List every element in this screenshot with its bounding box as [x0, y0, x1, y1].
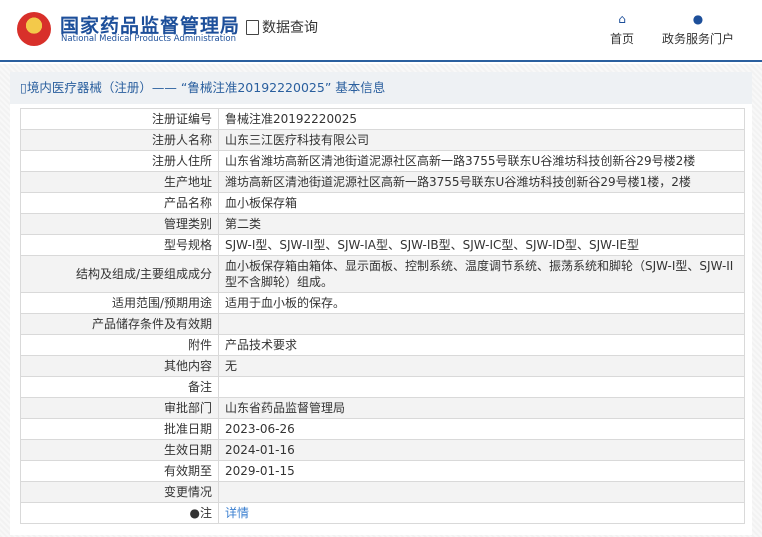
- field-value: 适用于血小板的保存。: [218, 292, 745, 314]
- note-label: ●注: [20, 502, 219, 524]
- nav-portal-label: 政务服务门户: [662, 32, 735, 46]
- note-label-text: 注: [199, 506, 212, 520]
- field-value: 第二类: [218, 213, 745, 235]
- main-area: ▯境内医疗器械（注册）—— “鲁械注准20192220025” 基本信息 注册证…: [0, 64, 762, 537]
- note-row: ●注 详情: [20, 502, 745, 524]
- field-label: 生效日期: [20, 439, 219, 461]
- note-value: 详情: [218, 502, 745, 524]
- field-label: 备注: [20, 376, 219, 398]
- field-value: [218, 313, 745, 335]
- nav-home[interactable]: ⌂ 首页: [610, 12, 634, 47]
- table-row: 结构及组成/主要组成成分 血小板保存箱由箱体、显示面板、控制系统、温度调节系统、振…: [20, 255, 745, 293]
- info-table: 注册证编号 鲁械注准20192220025 注册人名称 山东三江医疗科技有限公司 注册人…: [20, 108, 745, 524]
- field-value: 血小板保存箱: [218, 192, 745, 214]
- field-label: 其他内容: [20, 355, 219, 377]
- field-value: 血小板保存箱由箱体、显示面板、控制系统、温度调节系统、振荡系统和脚轮（SJW-I…: [218, 255, 745, 293]
- field-value: 山东三江医疗科技有限公司: [218, 129, 745, 151]
- field-label: 型号规格: [20, 234, 219, 256]
- table-row: 生效日期 2024-01-16: [20, 439, 745, 461]
- data-query-label: 数据查询: [262, 20, 318, 36]
- field-label: 适用范围/预期用途: [20, 292, 219, 314]
- field-value: 山东省潍坊高新区清池街道泥源社区高新一路3755号联东U谷潍坊科技创新谷29号楼…: [218, 150, 745, 172]
- table-row: 其他内容无: [20, 355, 745, 377]
- nav-service-portal[interactable]: ● 政务服务门户: [662, 12, 734, 47]
- table-row: 型号规格 SJW-I型、SJW-II型、SJW-IA型、SJW-IB型、SJW-I…: [20, 234, 745, 256]
- field-label: 批准日期: [20, 418, 219, 440]
- field-label: 结构及组成/主要组成成分: [20, 255, 219, 293]
- field-value: 2024-01-16: [218, 439, 745, 461]
- field-label: 注册证编号: [20, 108, 219, 130]
- field-value: 2029-01-15: [218, 460, 745, 482]
- info-panel: ▯境内医疗器械（注册）—— “鲁械注准20192220025” 基本信息 注册证…: [10, 72, 752, 535]
- field-label: 生产地址: [20, 171, 219, 193]
- site-header: 国家药品监督管理局 National Medical Products Admi…: [0, 0, 762, 62]
- table-row: 注册人住所 山东省潍坊高新区清池街道泥源社区高新一路3755号联东U谷潍坊科技创新…: [20, 150, 745, 172]
- table-row: 备注: [20, 376, 745, 398]
- field-label: 注册人名称: [20, 129, 219, 151]
- field-label: 产品名称: [20, 192, 219, 214]
- field-value: [218, 481, 745, 503]
- details-link[interactable]: 详情: [225, 506, 249, 520]
- field-label: 管理类别: [20, 213, 219, 235]
- table-row: 变更情况: [20, 481, 745, 503]
- field-value: 产品技术要求: [218, 334, 745, 356]
- table-row: 有效期至 2029-01-15: [20, 460, 745, 482]
- table-row: 产品储存条件及有效期: [20, 313, 745, 335]
- field-label: 注册人住所: [20, 150, 219, 172]
- home-icon: ⌂: [618, 12, 626, 26]
- field-value: [218, 376, 745, 398]
- nav-home-label: 首页: [610, 32, 635, 46]
- document-search-icon: [246, 19, 259, 35]
- field-label: 变更情况: [20, 481, 219, 503]
- panel-title: ▯境内医疗器械（注册）—— “鲁械注准20192220025” 基本信息: [10, 72, 752, 104]
- table-row: 注册人名称 山东三江医疗科技有限公司: [20, 129, 745, 151]
- table-row: 审批部门 山东省药品监督管理局: [20, 397, 745, 419]
- table-row: 注册证编号 鲁械注准20192220025: [20, 108, 745, 130]
- field-value: 山东省药品监督管理局: [218, 397, 745, 419]
- national-emblem-logo: [17, 12, 51, 46]
- table-row: 管理类别 第二类: [20, 213, 745, 235]
- table-row: 生产地址 潍坊高新区清池街道泥源社区高新一路3755号联东U谷潍坊科技创新谷29号…: [20, 171, 745, 193]
- field-label: 产品储存条件及有效期: [20, 313, 219, 335]
- field-label: 附件: [20, 334, 219, 356]
- field-value: 2023-06-26: [218, 418, 745, 440]
- data-query-link[interactable]: 数据查询: [246, 17, 318, 37]
- user-icon: ●: [692, 12, 704, 26]
- table-row: 产品名称 血小板保存箱: [20, 192, 745, 214]
- field-label: 审批部门: [20, 397, 219, 419]
- panel-title-text: 境内医疗器械（注册）—— “鲁械注准20192220025” 基本信息: [26, 80, 386, 95]
- table-row: 附件 产品技术要求: [20, 334, 745, 356]
- field-label: 有效期至: [20, 460, 219, 482]
- table-row: 适用范围/预期用途 适用于血小板的保存。: [20, 292, 745, 314]
- table-row: 批准日期 2023-06-26: [20, 418, 745, 440]
- lightbulb-icon: ●: [189, 506, 200, 520]
- field-value: 无: [218, 355, 745, 377]
- field-value: 鲁械注准20192220025: [218, 108, 745, 130]
- field-value: 潍坊高新区清池街道泥源社区高新一路3755号联东U谷潍坊科技创新谷29号楼1楼，…: [218, 171, 745, 193]
- logo-subtitle: National Medical Products Administration: [61, 34, 236, 44]
- field-value: SJW-I型、SJW-II型、SJW-IA型、SJW-IB型、SJW-IC型、S…: [218, 234, 745, 256]
